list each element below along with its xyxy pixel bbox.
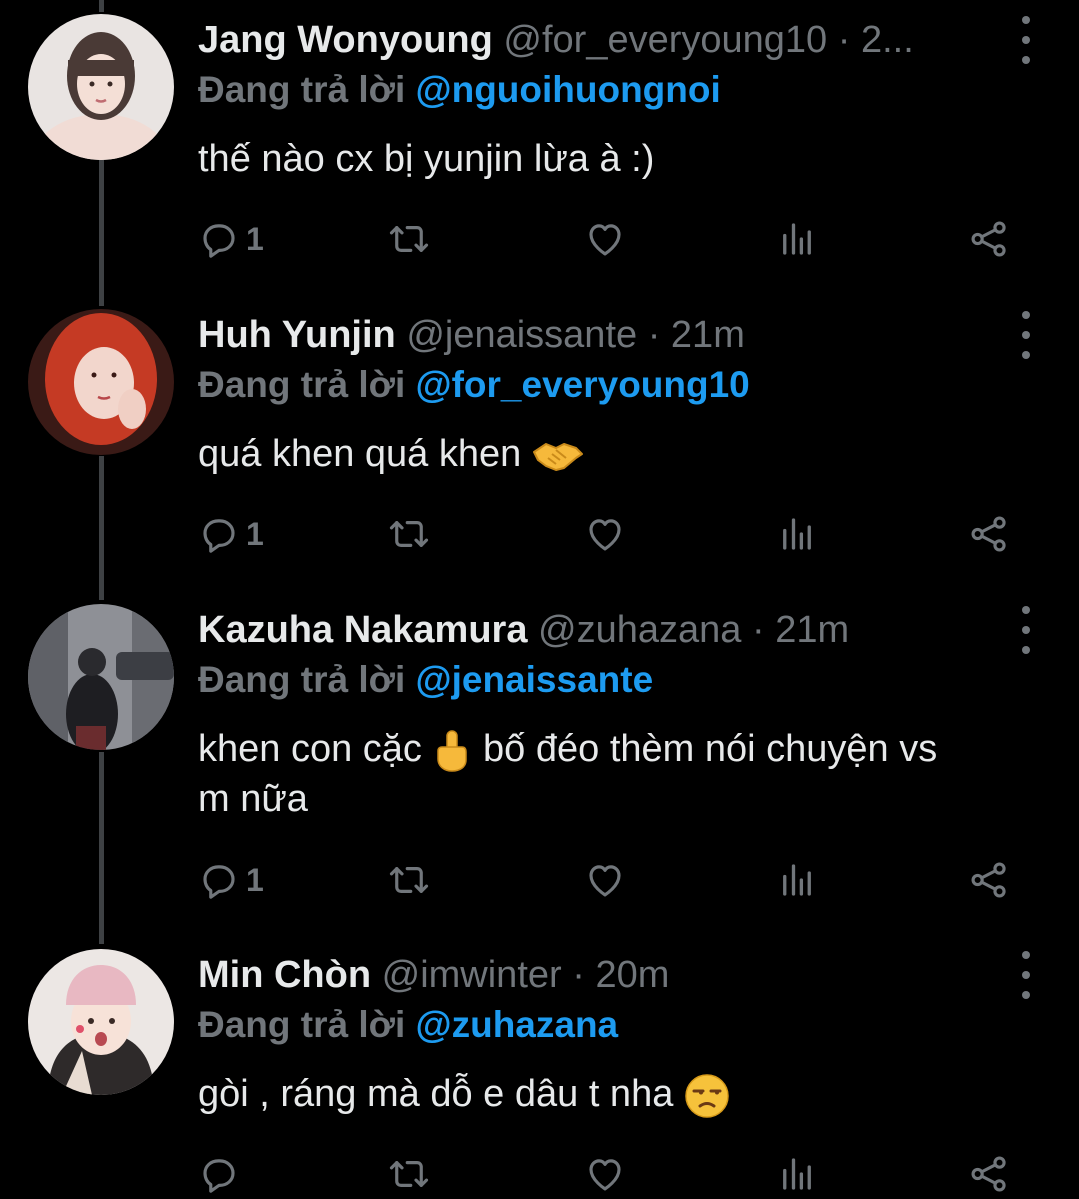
avatar[interactable] [28,949,174,1095]
like-icon [584,859,626,901]
reply-icon [198,859,240,901]
thread-line [99,160,104,306]
replying-to: Đang trả lời @nguoihuongnoi [198,62,721,118]
retweet-icon [388,859,430,901]
handle[interactable]: @jenaissante [406,314,637,356]
retweet-icon [388,1153,430,1195]
share-button[interactable] [968,855,1010,905]
reply-button[interactable]: 1 [198,855,264,905]
tweet-text: thế nào cx bị yunjin lừa à :) [198,138,655,180]
replying-prefix: Đang trả lời [198,659,406,700]
handle[interactable]: @imwinter [382,954,562,996]
tweet-text-container: khen con cặc bố đéo thèm nói chuyện vs m… [198,724,1048,824]
separator: · [837,19,851,61]
display-name[interactable]: Min Chòn [198,954,371,996]
tweet-text-container: quá khen quá khen [198,429,1048,479]
tweet-header: Kazuha Nakamura @zuhazana · 21m [198,600,1009,660]
thread-line [99,752,104,944]
more-icon[interactable] [1019,606,1033,654]
avatar[interactable] [28,309,174,455]
tweet-header: Jang Wonyoung @for_everyoung10 · 2... [198,10,1009,70]
mention-link[interactable]: @for_everyoung10 [416,364,750,405]
unamused-face-icon [685,1074,729,1118]
tweet-header: Huh Yunjin @jenaissante · 21m [198,305,1009,365]
share-button[interactable] [968,509,1010,559]
tweet-text: m nữa [198,778,308,820]
avatar[interactable] [28,604,174,750]
separator: · [647,314,661,356]
reply-count: 1 [246,861,264,898]
share-button[interactable] [968,214,1010,264]
more-icon[interactable] [1019,16,1033,64]
replying-prefix: Đang trả lời [198,69,406,110]
reply-button[interactable]: 1 [198,214,264,264]
more-icon[interactable] [1019,311,1033,359]
share-icon [968,859,1010,901]
action-bar: 1 [198,855,1028,905]
display-name[interactable]: Kazuha Nakamura [198,609,527,651]
views-icon [776,859,818,901]
like-icon [584,218,626,260]
thread-line [99,456,104,600]
handshake-icon [532,442,583,471]
reply-button[interactable]: 1 [198,509,264,559]
reply-icon [198,218,240,260]
like-button[interactable] [584,855,626,905]
thread-line [99,0,104,12]
timestamp[interactable]: 21m [775,609,849,651]
action-bar: 1 [198,509,1028,559]
views-button[interactable] [776,214,818,264]
tweet-header: Min Chòn @imwinter · 20m [198,945,1009,1005]
share-icon [968,513,1010,555]
reply-count: 1 [246,220,264,257]
tweet-text: bố đéo thèm nói chuyện vs [483,728,938,770]
views-button[interactable] [776,855,818,905]
display-name[interactable]: Huh Yunjin [198,314,396,356]
tweet-text: gòi , ráng mà dỗ e dâu t nha [198,1073,674,1115]
mention-link[interactable]: @jenaissante [416,659,654,700]
replying-to: Đang trả lời @for_everyoung10 [198,357,750,413]
retweet-icon [388,513,430,555]
separator: · [751,609,765,651]
views-icon [776,1153,818,1195]
like-icon [584,513,626,555]
tweet-text: quá khen quá khen [198,433,522,475]
retweet-button[interactable] [388,214,430,264]
action-bar: 1 [198,214,1028,264]
timestamp[interactable]: 2... [861,19,914,61]
retweet-button[interactable] [388,509,430,559]
views-button[interactable] [776,509,818,559]
separator: · [572,954,585,996]
reply-icon [198,513,240,555]
more-icon[interactable] [1019,951,1033,999]
timestamp[interactable]: 20m [595,954,669,996]
handle[interactable]: @for_everyoung10 [503,19,827,61]
middle-finger-icon [437,730,468,772]
replying-to: Đang trả lời @zuhazana [198,997,618,1053]
tweet-text-container: gòi , ráng mà dỗ e dâu t nha [198,1069,1048,1119]
like-button[interactable] [584,214,626,264]
tweet-text: khen con cặc [198,728,422,770]
retweet-icon [388,218,430,260]
replying-prefix: Đang trả lời [198,364,406,405]
share-icon [968,218,1010,260]
handle[interactable]: @zuhazana [538,609,741,651]
replying-to: Đang trả lời @jenaissante [198,652,653,708]
retweet-button[interactable] [388,855,430,905]
like-button[interactable] [584,509,626,559]
avatar[interactable] [28,14,174,160]
views-icon [776,218,818,260]
timestamp[interactable]: 21m [671,314,745,356]
mention-link[interactable]: @zuhazana [416,1004,619,1045]
views-icon [776,513,818,555]
share-icon [968,1153,1010,1195]
mention-link[interactable]: @nguoihuongnoi [416,69,721,110]
reply-icon [198,1153,240,1195]
replying-prefix: Đang trả lời [198,1004,406,1045]
reply-count: 1 [246,515,264,552]
display-name[interactable]: Jang Wonyoung [198,19,493,61]
like-icon [584,1153,626,1195]
